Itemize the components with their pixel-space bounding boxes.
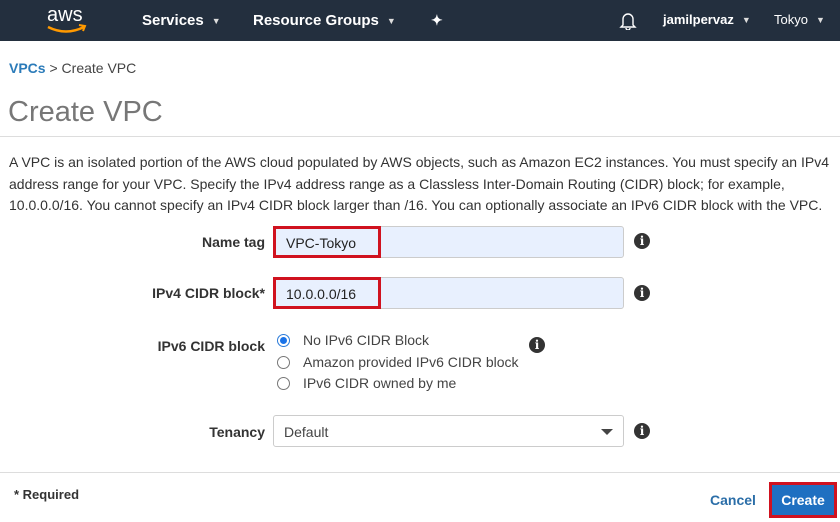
pin-icon[interactable]: ✦ (431, 12, 443, 29)
info-icon[interactable]: i (634, 423, 650, 439)
page-description: A VPC is an isolated portion of the AWS … (9, 154, 829, 213)
breadcrumb-separator: > (49, 60, 58, 76)
radio-button[interactable] (277, 376, 290, 390)
radio-amazon-ipv6[interactable]: Amazon provided IPv6 CIDR block (277, 354, 519, 370)
highlight-box (273, 226, 381, 258)
breadcrumb-current: Create VPC (61, 60, 137, 76)
breadcrumb: VPCs > Create VPC (9, 60, 136, 76)
ipv6-cidr-label: IPv6 CIDR block (157, 338, 265, 354)
top-nav: aws Services ▼ Resource Groups ▼ ✦ jamilpe… (0, 0, 840, 41)
info-icon[interactable]: i (634, 233, 650, 249)
breadcrumb-vpcs-link[interactable]: VPCs (9, 60, 46, 76)
chevron-down-icon: ▼ (211, 15, 221, 26)
user-menu[interactable]: jamilpervaz ▼ (663, 12, 751, 27)
radio-button[interactable] (277, 355, 290, 369)
radio-no-ipv6[interactable]: No IPv6 CIDR Block (277, 332, 429, 348)
tenancy-value: Default (284, 424, 329, 440)
services-menu[interactable]: Services ▼ (142, 12, 221, 29)
radio-button-selected[interactable] (277, 333, 290, 347)
radio-label: Amazon provided IPv6 CIDR block (303, 354, 519, 370)
services-label: Services (142, 12, 204, 29)
bell-icon[interactable] (619, 10, 637, 30)
dropdown-arrow-icon (601, 429, 613, 435)
info-icon[interactable]: i (634, 285, 650, 301)
ipv4-cidr-label: IPv4 CIDR block* (152, 285, 265, 301)
name-tag-label: Name tag (201, 234, 265, 250)
highlight-box (273, 277, 381, 309)
aws-smile-icon (47, 24, 87, 33)
page-title: Create VPC (8, 96, 163, 128)
radio-label: IPv6 CIDR owned by me (303, 375, 457, 391)
cancel-button[interactable]: Cancel (710, 492, 756, 508)
user-label: jamilpervaz (663, 12, 734, 27)
region-menu[interactable]: Tokyo ▼ (774, 12, 825, 27)
aws-logo[interactable]: aws (44, 4, 88, 36)
radio-owned-ipv6[interactable]: IPv6 CIDR owned by me (277, 375, 456, 391)
radio-label: No IPv6 CIDR Block (303, 332, 430, 348)
chevron-down-icon: ▼ (386, 15, 396, 26)
required-note: * Required (14, 487, 80, 502)
region-label: Tokyo (774, 12, 808, 27)
caret-down-icon: ▼ (815, 14, 825, 25)
divider (0, 136, 840, 137)
resource-groups-menu[interactable]: Resource Groups ▼ (253, 12, 396, 29)
resource-groups-label: Resource Groups (253, 12, 379, 29)
tenancy-select[interactable]: Default (273, 415, 624, 447)
tenancy-label: Tenancy (209, 424, 265, 440)
footer-divider (0, 472, 840, 473)
create-button[interactable]: Create (769, 482, 837, 518)
caret-down-icon: ▼ (741, 14, 751, 25)
info-icon[interactable]: i (529, 337, 545, 353)
